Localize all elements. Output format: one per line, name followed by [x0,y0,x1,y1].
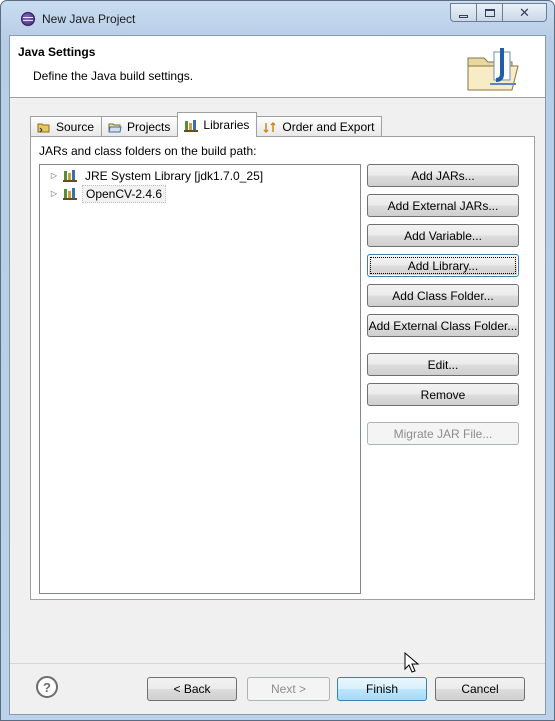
add-jars-button[interactable]: Add JARs... [367,164,519,187]
add-library-button[interactable]: Add Library... [367,254,519,277]
tab-projects-label: Projects [127,120,171,134]
maximize-icon [484,8,495,17]
footer-separator [10,663,545,664]
finish-button[interactable]: Finish [337,677,427,701]
libraries-panel: JARs and class folders on the build path… [30,136,535,600]
tab-bar: Source Projects Libraries Order and Expo… [30,112,383,137]
tab-source-label: Source [56,120,95,134]
tree-item-label: JRE System Library [jdk1.7.0_25] [85,168,264,183]
add-variable-button[interactable]: Add Variable... [367,224,519,247]
library-icon [63,188,77,200]
remove-button[interactable]: Remove [367,383,519,406]
eclipse-icon [21,12,35,26]
tree-item-jre[interactable]: ▷ JRE System Library [jdk1.7.0_25] [40,167,266,184]
tab-order-export-label: Order and Export [282,120,375,134]
add-external-class-folder-button[interactable]: Add External Class Folder... [367,314,519,337]
dialog-window: New Java Project ✕ Java Settings Define … [0,0,555,721]
expand-arrow-icon[interactable]: ▷ [46,171,62,180]
add-external-jars-button[interactable]: Add External JARs... [367,194,519,217]
window-controls: ✕ [450,3,547,22]
library-icon [63,170,77,182]
page-title: Java Settings [18,45,96,59]
mouse-pointer-icon [404,652,420,673]
next-button[interactable]: Next > [247,677,330,701]
libraries-icon [184,119,199,132]
tab-projects[interactable]: Projects [101,116,179,137]
tab-source[interactable]: Source [30,116,103,137]
wizard-header: Java Settings Define the Java build sett… [10,36,545,98]
help-icon[interactable]: ? [36,676,58,698]
tab-order-export[interactable]: Order and Export [256,116,383,137]
edit-button[interactable]: Edit... [367,353,519,376]
source-folder-icon [37,123,50,132]
page-description: Define the Java build settings. [33,69,194,83]
close-icon: ✕ [519,4,530,20]
minimize-button[interactable] [450,3,477,22]
cancel-button[interactable]: Cancel [435,677,525,701]
expand-arrow-icon[interactable]: ▷ [46,189,62,198]
add-class-folder-button[interactable]: Add Class Folder... [367,284,519,307]
build-path-label: JARs and class folders on the build path… [39,144,257,158]
back-button[interactable]: < Back [147,677,237,701]
close-button[interactable]: ✕ [503,3,547,22]
title-bar[interactable]: New Java Project ✕ [1,1,554,35]
maximize-button[interactable] [477,3,503,22]
java-project-folder-icon [467,48,519,91]
tab-libraries[interactable]: Libraries [177,112,258,137]
tree-item-opencv[interactable]: ▷ OpenCV-2.4.6 [40,184,167,203]
projects-icon [108,123,122,132]
build-path-tree[interactable]: ▷ JRE System Library [jdk1.7.0_25] ▷ Ope… [39,164,361,594]
tab-libraries-label: Libraries [203,118,250,132]
tree-item-label: OpenCV-2.4.6 [82,184,167,203]
dialog-client-area: Java Settings Define the Java build sett… [9,35,546,715]
migrate-jar-button[interactable]: Migrate JAR File... [367,422,519,445]
order-export-icon [263,121,276,133]
minimize-icon [459,14,468,18]
window-title: New Java Project [42,12,136,26]
